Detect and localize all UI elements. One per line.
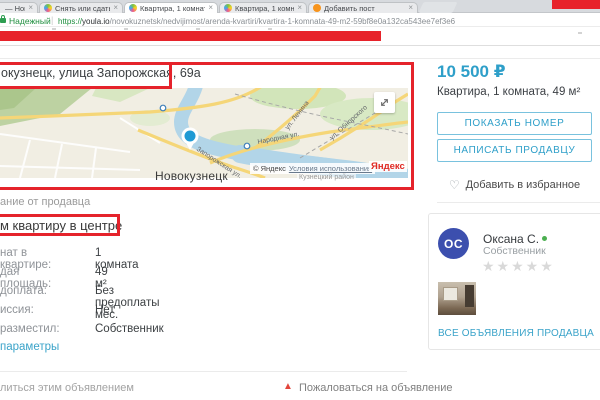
url-text[interactable]: https://youla.io/novokuznetsk/nedvijimos… bbox=[58, 17, 455, 26]
tab-title: Добавить пост bbox=[324, 4, 405, 13]
tab-title: Квартира, 1 комната, 3 bbox=[235, 4, 294, 13]
listing-summary: Квартира, 1 комната, 49 м² bbox=[437, 86, 580, 98]
annotation-box-address bbox=[0, 62, 172, 89]
bookmark-fragment bbox=[578, 32, 582, 34]
url-scheme: https:// bbox=[58, 17, 82, 26]
new-tab-button[interactable] bbox=[418, 2, 457, 13]
tab-2[interactable]: Снять или сдать кварти × bbox=[39, 2, 123, 13]
bookmark-fragment bbox=[196, 28, 200, 30]
tab-title: — Нов bbox=[0, 4, 25, 13]
tab-4[interactable]: Квартира, 1 комната, 3 × bbox=[219, 2, 307, 13]
youla-favicon bbox=[224, 4, 232, 12]
show-number-button[interactable]: ПОКАЗАТЬ НОМЕР bbox=[437, 112, 592, 135]
youla-favicon bbox=[129, 4, 137, 12]
star-rating: ★★★★★ bbox=[482, 258, 555, 275]
security-label: Надежный bbox=[9, 16, 51, 26]
bookmark-fragment bbox=[52, 28, 56, 30]
redaction-window-controls bbox=[552, 0, 600, 9]
tab-bar: — Нов × Снять или сдать кварти × Квартир… bbox=[0, 0, 600, 13]
annotation-box-description bbox=[0, 214, 120, 236]
youla-favicon bbox=[44, 4, 52, 12]
url-host: youla.io bbox=[82, 17, 110, 26]
report-triangle-icon: ▲ bbox=[283, 381, 293, 392]
param-label: разместил: bbox=[0, 323, 60, 335]
tab-title: Квартира, 1 комната, 49 bbox=[140, 4, 205, 13]
all-params-link[interactable]: параметры bbox=[0, 341, 59, 353]
seller-name[interactable]: Оксана С. bbox=[483, 232, 539, 246]
avatar-initials: ОС bbox=[444, 237, 463, 251]
add-favorite-button[interactable]: ♡ Добавить в избранное bbox=[437, 178, 592, 192]
browser-window: — Нов × Снять или сдать кварти × Квартир… bbox=[0, 0, 600, 400]
description-header: ание от продавца bbox=[0, 196, 90, 208]
report-link[interactable]: Пожаловаться на объявление bbox=[299, 382, 453, 394]
thumbnail-window bbox=[443, 287, 458, 301]
url-path: /novokuznetsk/nedvijimost/arenda-kvartir… bbox=[110, 17, 456, 26]
favorite-label: Добавить в избранное bbox=[466, 179, 581, 191]
padlock-icon bbox=[0, 18, 6, 23]
share-label: литься этим объявлением bbox=[0, 382, 134, 394]
url-separator: | bbox=[51, 15, 53, 25]
tab-title: Снять или сдать кварти bbox=[55, 4, 110, 13]
bookmark-fragment bbox=[124, 28, 128, 30]
avatar[interactable]: ОС bbox=[438, 228, 469, 259]
content-top-divider bbox=[0, 58, 600, 59]
online-status-dot bbox=[542, 236, 547, 241]
tab-3-active[interactable]: Квартира, 1 комната, 49 × bbox=[124, 2, 218, 13]
tab-1[interactable]: — Нов × bbox=[0, 2, 38, 13]
seller-role: Собственник bbox=[483, 245, 546, 257]
close-icon[interactable]: × bbox=[113, 4, 118, 12]
footer-divider bbox=[0, 371, 407, 372]
address-bar[interactable]: Надежный | https://youla.io/novokuznetsk… bbox=[0, 13, 600, 27]
redaction-bookmarks bbox=[0, 31, 381, 41]
close-icon[interactable]: × bbox=[208, 4, 213, 12]
post-favicon bbox=[313, 4, 321, 12]
param-value: Собственник bbox=[95, 323, 164, 335]
write-seller-button[interactable]: НАПИСАТЬ ПРОДАВЦУ bbox=[437, 139, 592, 162]
bookmark-fragment bbox=[268, 28, 272, 30]
listing-thumbnail[interactable] bbox=[438, 282, 476, 315]
param-value: Нет bbox=[95, 304, 115, 316]
seller-card: ОС Оксана С. Собственник ★★★★★ ВСЕ ОБЪЯВ… bbox=[428, 213, 600, 350]
sidebar-divider bbox=[437, 202, 600, 203]
close-icon[interactable]: × bbox=[297, 4, 302, 12]
close-icon[interactable]: × bbox=[408, 4, 413, 12]
all-seller-ads-link[interactable]: ВСЕ ОБЪЯВЛЕНИЯ ПРОДАВЦА bbox=[438, 328, 594, 339]
thumbnail-furniture bbox=[465, 285, 474, 307]
param-label: иссия: bbox=[0, 304, 34, 316]
heart-icon: ♡ bbox=[449, 178, 460, 192]
param-label: доплата: bbox=[0, 285, 47, 297]
listing-price: 10 500 ₽ bbox=[437, 62, 506, 82]
tab-5[interactable]: Добавить пост × bbox=[308, 2, 418, 13]
close-icon[interactable]: × bbox=[28, 4, 33, 12]
